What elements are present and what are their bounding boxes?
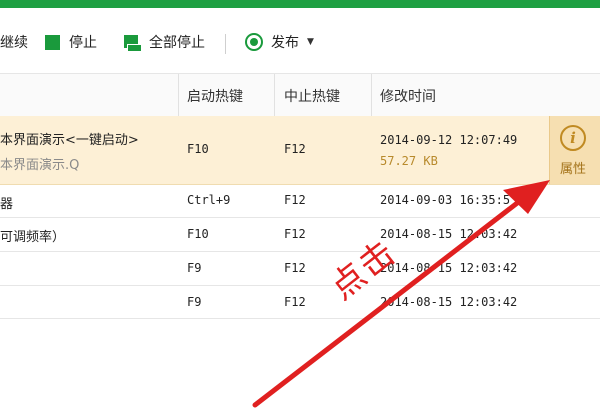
- column-divider: [274, 74, 275, 116]
- table-row-selected[interactable]: 本界面演示<一键启动> 本界面演示.Q F10 F12 2014-09-12 1…: [0, 116, 600, 185]
- properties-label: 属性: [560, 162, 587, 177]
- stop-button[interactable]: 停止: [45, 31, 97, 53]
- row-modified-time: 2014-09-12 12:07:49: [380, 133, 518, 147]
- row-start-hotkey: Ctrl+9: [187, 193, 231, 207]
- row-stop-hotkey: F12: [284, 193, 306, 207]
- header-stop-hotkey[interactable]: 中止热键: [284, 86, 340, 106]
- column-divider: [371, 74, 372, 116]
- row-start-hotkey: F10: [187, 227, 209, 241]
- row-stop-hotkey: F12: [284, 142, 306, 156]
- row-filename: 本界面演示.Q: [0, 158, 80, 173]
- table-row[interactable]: F9 F12 2014-08-15 12:03:42: [0, 286, 600, 319]
- header-start-hotkey[interactable]: 启动热键: [187, 86, 243, 106]
- top-accent-bar: [0, 0, 600, 8]
- stop-all-icon: [124, 34, 142, 52]
- table-header: 启动热键 中止热键 修改时间: [0, 74, 600, 117]
- row-name: 本界面演示<一键启动>: [0, 133, 139, 148]
- row-stop-hotkey: F12: [284, 227, 306, 241]
- row-modified-time: 2014-08-15 12:03:42: [380, 227, 518, 241]
- continue-button[interactable]: 继续: [0, 31, 28, 53]
- table-row[interactable]: 器 Ctrl+9 F12 2014-09-03 16:35:5: [0, 185, 600, 218]
- row-modified-time: 2014-08-15 12:03:42: [380, 295, 518, 309]
- row-stop-hotkey: F12: [284, 295, 306, 309]
- row-file-size: 57.27 KB: [380, 154, 438, 168]
- continue-label: 继续: [0, 35, 28, 51]
- chevron-down-icon: ▼: [307, 37, 314, 47]
- publish-button[interactable]: 发布 ▼: [245, 31, 314, 53]
- table-row[interactable]: 可调频率） F10 F12 2014-08-15 12:03:42: [0, 218, 600, 252]
- row-stop-hotkey: F12: [284, 261, 306, 275]
- table-row[interactable]: F9 F12 2014-08-15 12:03:42: [0, 252, 600, 286]
- row-start-hotkey: F10: [187, 142, 209, 156]
- row-name: 器: [0, 197, 14, 212]
- row-start-hotkey: F9: [187, 261, 202, 275]
- row-name: 可调频率）: [0, 230, 66, 245]
- row-modified-time: 2014-09-03 16:35:5: [380, 193, 511, 207]
- publish-icon: [245, 33, 263, 51]
- stop-label: 停止: [69, 35, 97, 51]
- toolbar-divider: [225, 34, 226, 54]
- toolbar: 继续 停止 全部停止 发布 ▼: [0, 22, 600, 62]
- header-modified-time[interactable]: 修改时间: [380, 86, 436, 106]
- publish-label: 发布: [271, 35, 299, 51]
- info-icon: i: [560, 125, 586, 151]
- column-divider: [178, 74, 179, 116]
- row-start-hotkey: F9: [187, 295, 202, 309]
- stop-all-label: 全部停止: [149, 35, 205, 51]
- properties-button[interactable]: i 属性: [549, 116, 600, 184]
- stop-all-button[interactable]: 全部停止: [124, 31, 205, 53]
- stop-icon: [45, 34, 60, 50]
